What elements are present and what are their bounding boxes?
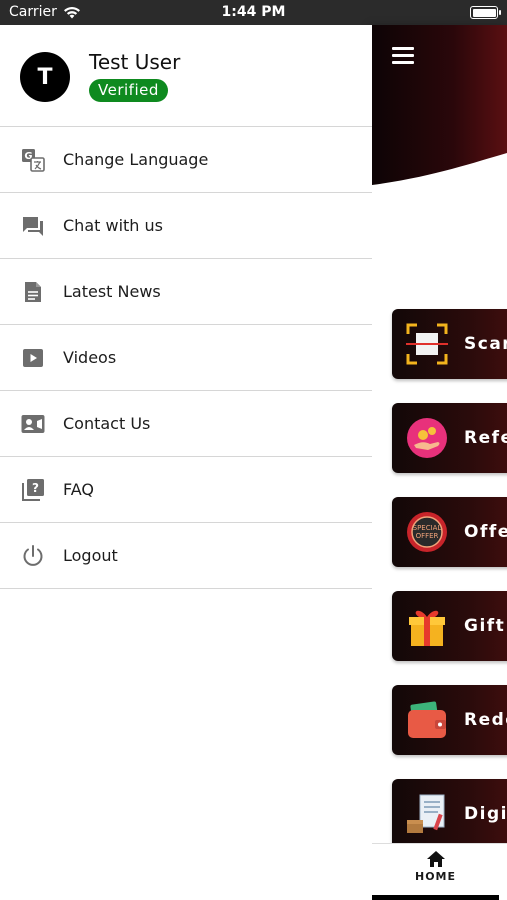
menu-item-label: Videos xyxy=(63,348,117,367)
help-icon: ? xyxy=(22,479,44,501)
video-icon xyxy=(23,349,43,367)
menu-item-chat[interactable]: Chat with us xyxy=(0,193,372,259)
status-bar: Carrier 1:44 PM xyxy=(0,0,507,25)
menu-item-label: FAQ xyxy=(63,480,94,499)
menu-item-logout[interactable]: Logout xyxy=(0,523,372,589)
card-refer-label: Refe xyxy=(464,428,507,448)
news-icon xyxy=(25,282,41,302)
menu-item-videos[interactable]: Videos xyxy=(0,325,372,391)
translate-icon: G xyxy=(22,149,45,172)
scan-icon xyxy=(404,321,450,367)
card-offers-label: Offe xyxy=(464,522,507,542)
drawer-menu: G Change Language Chat with us Latest Ne… xyxy=(0,127,372,589)
home-tab-label: HOME xyxy=(414,870,457,883)
card-redeem-label: Rede xyxy=(464,710,507,730)
menu-item-contact-us[interactable]: Contact Us xyxy=(0,391,372,457)
bottom-navigation: HOME xyxy=(372,843,507,900)
verified-badge: Verified xyxy=(89,79,168,102)
gift-icon xyxy=(404,603,450,649)
avatar: T xyxy=(20,52,70,102)
menu-item-label: Contact Us xyxy=(63,414,151,433)
menu-item-label: Logout xyxy=(63,546,118,565)
menu-item-latest-news[interactable]: Latest News xyxy=(0,259,372,325)
main-screen: Scar Refe SPECIAL OFFER Offe xyxy=(372,25,507,900)
card-digital-label: Digit xyxy=(464,804,507,824)
power-icon xyxy=(23,545,43,566)
chat-icon xyxy=(23,217,43,236)
svg-text:?: ? xyxy=(32,481,39,495)
menu-item-label: Latest News xyxy=(63,282,161,301)
card-redeem[interactable]: Rede xyxy=(392,685,507,755)
home-tab[interactable]: HOME xyxy=(372,850,499,883)
battery-icon xyxy=(470,6,501,19)
active-tab-indicator xyxy=(372,895,499,900)
special-offer-icon: SPECIAL OFFER xyxy=(404,509,450,555)
card-scan[interactable]: Scar xyxy=(392,309,507,379)
menu-item-label: Change Language xyxy=(63,150,209,169)
profile-header: T Test User Verified xyxy=(0,25,372,127)
card-gift[interactable]: Gift xyxy=(392,591,507,661)
menu-item-label: Chat with us xyxy=(63,216,163,235)
user-name: Test User xyxy=(89,50,181,74)
card-digital[interactable]: Digit xyxy=(392,779,507,849)
contact-card-icon xyxy=(21,415,45,433)
wallet-icon xyxy=(404,697,450,743)
clock: 1:44 PM xyxy=(221,4,286,20)
menu-item-faq[interactable]: ? FAQ xyxy=(0,457,372,523)
card-scan-label: Scar xyxy=(464,334,507,354)
hamburger-menu-icon[interactable] xyxy=(392,47,416,65)
home-icon xyxy=(426,851,445,867)
refer-icon xyxy=(404,415,450,461)
navigation-drawer: T Test User Verified G Change Language C… xyxy=(0,25,372,900)
card-gift-label: Gift xyxy=(464,616,506,636)
svg-text:OFFER: OFFER xyxy=(416,532,439,540)
card-offers[interactable]: SPECIAL OFFER Offe xyxy=(392,497,507,567)
document-icon xyxy=(404,791,450,837)
menu-item-change-language[interactable]: G Change Language xyxy=(0,127,372,193)
svg-text:SPECIAL: SPECIAL xyxy=(413,524,442,532)
card-refer[interactable]: Refe xyxy=(392,403,507,473)
